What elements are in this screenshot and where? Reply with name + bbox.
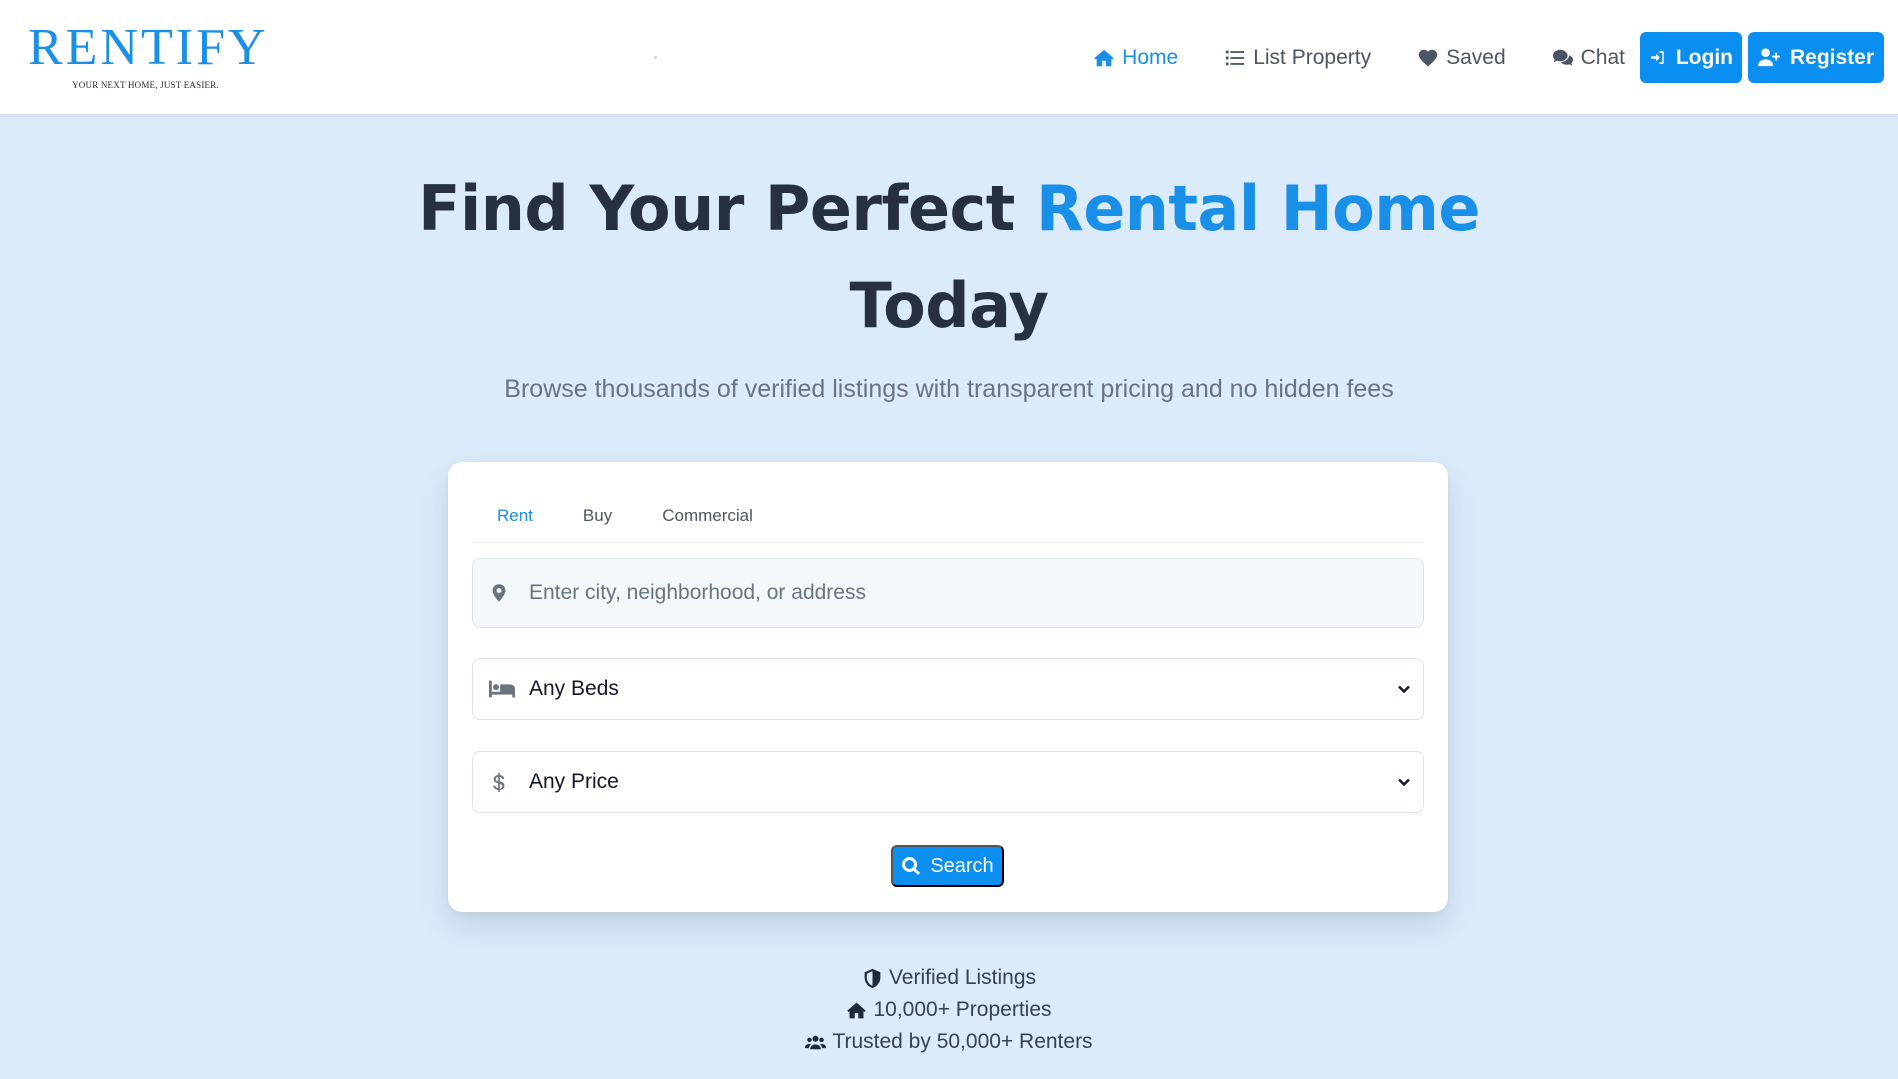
hero-title: Find Your Perfect Rental Home Today [349, 160, 1549, 354]
brand-tagline: YOUR NEXT HOME, JUST EASIER. [72, 80, 219, 90]
search-button-label: Search [930, 854, 994, 877]
nav-chat-label: Chat [1580, 45, 1625, 69]
list-icon [1226, 50, 1245, 65]
trust-renters-label: Trusted by 50,000+ Renters [832, 1030, 1093, 1053]
tab-buy[interactable]: Buy [558, 486, 637, 543]
price-value: Any Price [529, 770, 619, 793]
bed-icon [489, 680, 515, 698]
brand-logo[interactable]: RENTIFY YOUR NEXT HOME, JUST EASIER. [28, 19, 269, 91]
hero-title-part1: Find Your Perfect [418, 172, 1036, 245]
chevron-down-icon [1398, 685, 1410, 694]
shield-icon [864, 968, 881, 988]
search-icon [902, 857, 921, 876]
login-label: Login [1675, 45, 1733, 69]
register-label: Register [1790, 45, 1875, 69]
dollar-icon [493, 772, 505, 792]
hero-title-part2: Today [849, 269, 1049, 342]
register-button[interactable]: Register [1748, 32, 1884, 83]
nav-home-label: Home [1122, 45, 1179, 69]
heart-icon [1418, 49, 1438, 67]
beds-select[interactable]: Any Beds [472, 658, 1424, 720]
home-icon [1094, 49, 1114, 66]
chat-icon [1552, 49, 1573, 66]
trust-properties-label: 10,000+ Properties [873, 998, 1052, 1021]
user-plus-icon [1757, 48, 1780, 67]
nav-saved-label: Saved [1446, 45, 1506, 69]
nav-chat[interactable]: Chat [1552, 32, 1625, 83]
search-tabs: Rent Buy Commercial [472, 486, 1424, 543]
tab-rent[interactable]: Rent [472, 486, 558, 543]
nav-list-property[interactable]: List Property [1224, 32, 1371, 83]
nav-home[interactable]: Home [1093, 32, 1178, 83]
home-icon [847, 1002, 867, 1018]
trust-item: 10,000+ Properties [649, 994, 1249, 1026]
chevron-down-icon [1398, 778, 1410, 787]
navbar: RENTIFY YOUR NEXT HOME, JUST EASIER. Hom… [0, 0, 1898, 115]
map-marker-icon [492, 584, 506, 602]
beds-value: Any Beds [529, 677, 619, 700]
search-card: Rent Buy Commercial Any Beds Any Price S… [448, 462, 1448, 912]
tab-commercial[interactable]: Commercial [637, 486, 778, 543]
hero-subtitle: Browse thousands of verified listings wi… [504, 375, 1394, 403]
trust-verified-label: Verified Listings [888, 966, 1037, 989]
main-nav: Home List Property Saved Chat Login Regi… [1093, 32, 1884, 83]
sign-in-icon [1651, 51, 1664, 64]
nav-list-property-label: List Property [1253, 45, 1372, 69]
hero-title-accent: Rental Home [1035, 172, 1480, 245]
trust-indicators: Verified Listings 10,000+ Properties Tru… [649, 962, 1249, 1058]
nav-saved[interactable]: Saved [1417, 32, 1506, 83]
price-select[interactable]: Any Price [472, 751, 1424, 813]
divider-dot [654, 56, 657, 59]
brand-name: RENTIFY [28, 19, 269, 76]
trust-item: Verified Listings [649, 962, 1249, 994]
location-input[interactable] [529, 581, 1389, 605]
login-button[interactable]: Login [1640, 32, 1742, 83]
trust-item: Trusted by 50,000+ Renters [649, 1026, 1249, 1058]
search-button[interactable]: Search [891, 845, 1004, 887]
users-icon [805, 1035, 827, 1049]
location-field[interactable] [472, 558, 1424, 628]
